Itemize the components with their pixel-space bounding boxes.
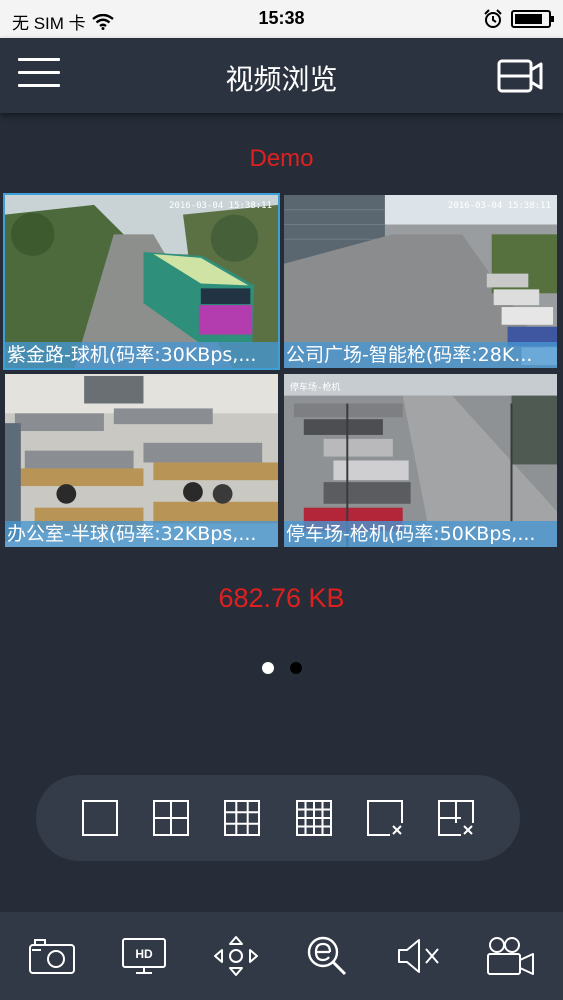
mute-button[interactable] <box>393 934 445 978</box>
layout-selector <box>36 775 520 861</box>
video-cell-4[interactable]: 停车场-枪机 停车场-枪机(码率:50KBps,... <box>282 372 559 549</box>
layout-9-icon[interactable] <box>223 799 261 837</box>
page-dot-1[interactable] <box>261 662 274 674</box>
video-cell-1[interactable]: 2016-03-04 15:38:11 紫金路-球机(码率:30KBps,... <box>3 193 280 370</box>
zoom-icon <box>308 936 347 976</box>
layout-4-icon[interactable] <box>152 799 190 837</box>
page-dot-2[interactable] <box>289 662 302 674</box>
clock: 15:38 <box>258 8 305 28</box>
timestamp: 2016-03-04 15:38:11 <box>169 201 272 211</box>
ptz-button[interactable] <box>210 934 262 978</box>
nav-bar: 视频浏览 <box>0 38 563 113</box>
page-title: 视频浏览 <box>225 63 338 96</box>
camera-list-icon <box>497 59 543 93</box>
hd-label: HD <box>135 947 153 961</box>
bottom-toolbar: HD <box>0 912 563 1000</box>
timestamp: 停车场-枪机 <box>290 383 341 393</box>
video-cell-2[interactable]: 2016-03-04 15:38:11 公司广场-智能枪(码率:28K... <box>282 193 559 370</box>
timestamp: 2016-03-04 15:38:11 <box>448 201 551 211</box>
video-cell-3[interactable]: 办公室-半球(码率:32KBps,... <box>3 372 280 549</box>
page-indicator[interactable] <box>0 662 563 674</box>
channel-label: 紫金路-球机(码率:30KBps,... <box>5 342 278 368</box>
device-name: Demo <box>249 145 314 172</box>
battery-fill <box>515 14 543 24</box>
hd-icon: HD <box>121 938 166 974</box>
zoom-button[interactable] <box>301 934 353 978</box>
close-all-icon[interactable] <box>437 799 475 837</box>
snapshot-button[interactable] <box>26 934 78 978</box>
channel-label: 办公室-半球(码率:32KBps,... <box>5 521 278 547</box>
layout-16-icon[interactable] <box>295 799 333 837</box>
snapshot-icon <box>28 939 75 974</box>
channel-label: 公司广场-智能枪(码率:28K... <box>284 342 557 368</box>
channel-label: 停车场-枪机(码率:50KBps,... <box>284 521 557 547</box>
record-button[interactable] <box>485 934 537 978</box>
camera-list-button[interactable] <box>497 58 543 94</box>
mute-icon <box>398 939 439 973</box>
video-grid: 2016-03-04 15:38:11 紫金路-球机(码率:30KBps,...… <box>3 193 559 549</box>
close-single-icon[interactable] <box>366 799 404 837</box>
ptz-icon <box>213 936 258 976</box>
hd-button[interactable]: HD <box>118 934 170 978</box>
bitrate-text: 682.76 KB <box>218 583 345 613</box>
record-icon <box>487 937 535 975</box>
layout-1-icon[interactable] <box>81 799 119 837</box>
alarm-icon <box>484 9 502 28</box>
status-bar: 无 SIM 卡 15:38 <box>0 0 563 38</box>
battery-icon <box>511 10 554 28</box>
